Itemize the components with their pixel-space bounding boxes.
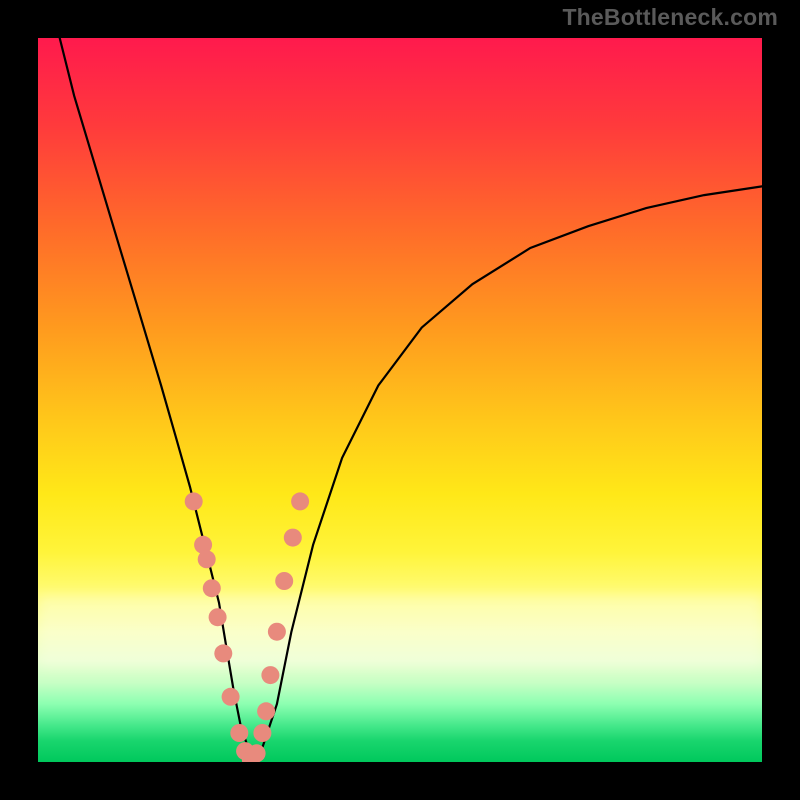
curve-marker	[261, 666, 279, 684]
curve-marker	[185, 492, 203, 510]
curve-marker	[198, 550, 216, 568]
plot-area	[38, 38, 762, 762]
curve-marker	[257, 702, 275, 720]
curve-marker	[248, 744, 266, 762]
curve-marker	[214, 644, 232, 662]
curve-marker	[268, 623, 286, 641]
curve-layer	[38, 38, 762, 762]
curve-marker	[222, 688, 240, 706]
bottleneck-curve	[60, 38, 762, 762]
curve-marker	[284, 529, 302, 547]
curve-marker	[291, 492, 309, 510]
curve-marker	[253, 724, 271, 742]
watermark-text: TheBottleneck.com	[562, 6, 778, 29]
curve-marker	[230, 724, 248, 742]
curve-marker	[203, 579, 221, 597]
curve-marker	[209, 608, 227, 626]
curve-marker	[275, 572, 293, 590]
marker-group	[185, 492, 309, 762]
chart-frame: TheBottleneck.com	[0, 0, 800, 800]
